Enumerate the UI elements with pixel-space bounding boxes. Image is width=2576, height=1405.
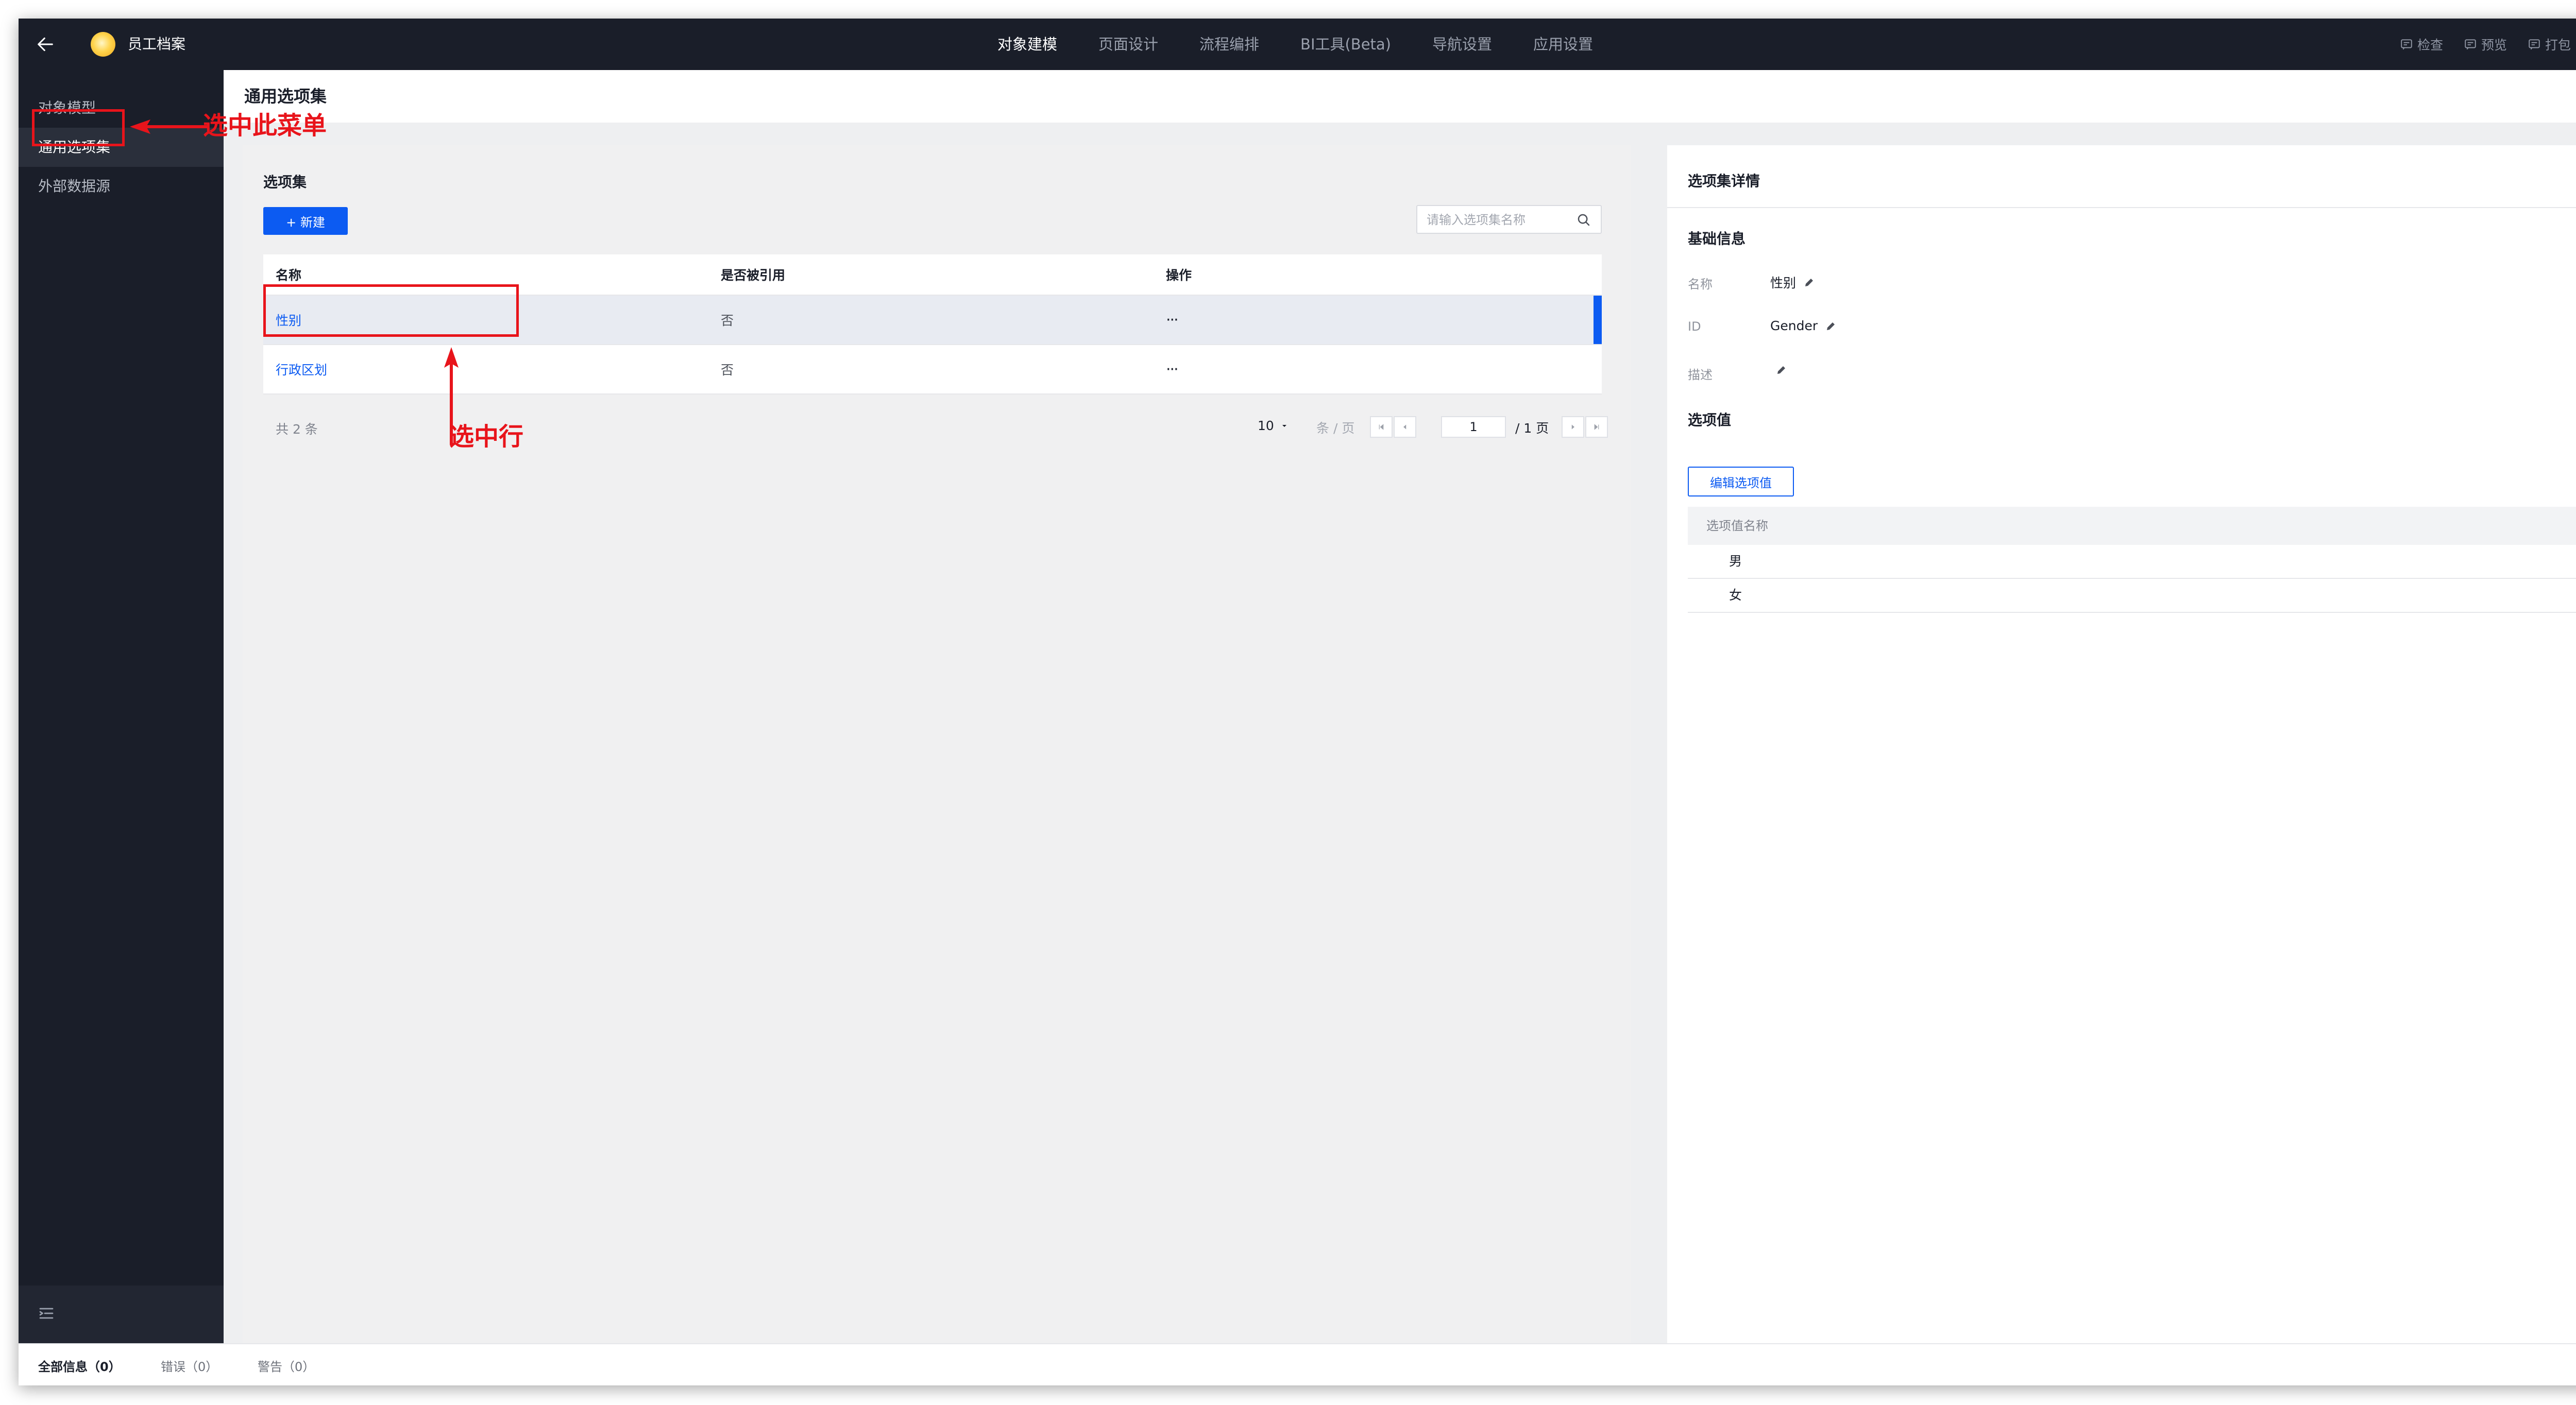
search-input[interactable] — [1427, 211, 1566, 229]
tab-errors[interactable]: 错误（0） — [161, 1357, 218, 1375]
more-actions-button[interactable]: ··· — [1166, 361, 1179, 379]
column-header-name: 名称 — [276, 268, 302, 283]
more-actions-button[interactable]: ··· — [1166, 311, 1179, 329]
preview-button[interactable]: 预览 — [2464, 35, 2507, 54]
first-page-icon — [1379, 424, 1384, 430]
annotation-row-note: 选中行 — [449, 422, 524, 451]
first-page-button[interactable] — [1370, 416, 1393, 438]
app-logo-icon — [91, 32, 115, 57]
new-option-set-button[interactable]: + 新建 — [263, 207, 348, 235]
check-doc-icon — [2401, 39, 2412, 50]
bottom-status-bar: 全部信息（0） 错误（0） 警告（0） — [19, 1343, 2576, 1385]
basic-info-heading: 基础信息 — [1688, 230, 1746, 247]
arrow-left-icon — [38, 37, 53, 52]
name-text: 性别 — [1770, 276, 1797, 290]
list-item: 女 — [1688, 579, 2576, 613]
chevron-right-icon — [1571, 424, 1574, 430]
tab-object-modeling[interactable]: 对象建模 — [997, 34, 1057, 55]
option-values-header: 选项值名称 — [1688, 507, 2576, 545]
name-label: 名称 — [1688, 277, 1713, 292]
list-item: 男 — [1688, 545, 2576, 579]
collapse-sidebar-button[interactable] — [37, 1304, 56, 1325]
option-values-table: 选项值名称 男 女 — [1688, 507, 2576, 613]
tab-process-orchestration[interactable]: 流程编排 — [1199, 34, 1259, 55]
page-number-input[interactable]: 1 — [1441, 416, 1506, 438]
next-page-button[interactable] — [1562, 416, 1584, 438]
tab-warnings[interactable]: 警告（0） — [258, 1357, 315, 1375]
last-page-button[interactable] — [1585, 416, 1608, 438]
edit-name-pencil-icon[interactable] — [1803, 276, 1816, 288]
tab-bi-tools[interactable]: BI工具(Beta) — [1300, 34, 1391, 55]
tab-app-settings[interactable]: 应用设置 — [1533, 34, 1593, 55]
last-page-icon — [1594, 424, 1599, 430]
edit-id-pencil-icon[interactable] — [1825, 320, 1837, 332]
id-value: Gender — [1770, 318, 1837, 333]
prev-page-button[interactable] — [1394, 416, 1416, 438]
total-pages: / 1 页 — [1515, 421, 1549, 436]
chevron-left-icon — [1403, 424, 1406, 430]
description-label: 描述 — [1688, 368, 1713, 382]
main-nav: 对象建模 页面设计 流程编排 BI工具(Beta) 导航设置 应用设置 — [997, 19, 1634, 70]
app-name: 员工档案 — [128, 36, 186, 53]
referenced-value: 否 — [721, 363, 734, 378]
package-label: 打包 — [2545, 38, 2571, 53]
sidebar: 对象模型 通用选项集 外部数据源 — [19, 70, 224, 1343]
edit-description-pencil-icon[interactable] — [1775, 364, 1788, 376]
edit-option-values-button[interactable]: 编辑选项值 — [1688, 467, 1794, 496]
tab-all-messages[interactable]: 全部信息（0） — [38, 1357, 121, 1375]
search-box — [1416, 205, 1602, 234]
option-sets-title: 选项集 — [263, 174, 307, 191]
page-title: 通用选项集 — [244, 87, 327, 106]
preview-label: 预览 — [2481, 38, 2507, 53]
page-size-value: 10 — [1258, 418, 1274, 433]
tab-page-design[interactable]: 页面设计 — [1098, 34, 1158, 55]
package-button[interactable]: 打包 — [2528, 35, 2571, 54]
annotation-menu-highlight — [32, 109, 125, 146]
top-bar: 员工档案 对象建模 页面设计 流程编排 BI工具(Beta) 导航设置 应用设置… — [19, 19, 2576, 70]
preview-icon — [2465, 39, 2476, 50]
total-count: 共 2 条 — [276, 422, 318, 437]
detail-title: 选项集详情 — [1688, 173, 1760, 190]
description-value — [1770, 364, 1788, 376]
sidebar-footer — [19, 1286, 224, 1343]
option-values-heading: 选项值 — [1688, 412, 1732, 429]
check-label: 检查 — [2417, 38, 2443, 53]
package-icon — [2529, 39, 2540, 50]
app-window: 员工档案 对象建模 页面设计 流程编排 BI工具(Beta) 导航设置 应用设置… — [19, 19, 2576, 1385]
annotation-arrow-left-icon — [130, 119, 207, 134]
name-value: 性别 — [1770, 273, 1816, 292]
selected-row-indicator — [1594, 296, 1602, 344]
tab-navigation-settings[interactable]: 导航设置 — [1432, 34, 1492, 55]
option-set-detail-panel: 选项集详情 基础信息 名称 性别 ID Gender 描述 选项值 编辑选项值 … — [1667, 145, 2576, 1343]
search-icon[interactable] — [1576, 212, 1591, 228]
sidebar-item-external-data-sources[interactable]: 外部数据源 — [19, 167, 224, 206]
page-size-select[interactable]: 10 — [1258, 418, 1289, 433]
per-page-label: 条 / 页 — [1316, 421, 1355, 436]
caret-down-icon — [1282, 425, 1286, 427]
collapse-menu-icon — [39, 1308, 54, 1319]
table-row[interactable]: 行政区划 否 ··· — [263, 345, 1602, 395]
annotation-row-highlight — [263, 284, 519, 337]
content-header: 通用选项集 — [224, 70, 2576, 123]
check-button[interactable]: 检查 — [2400, 35, 2443, 54]
annotation-menu-note: 选中此菜单 — [203, 111, 327, 140]
top-actions: 检查 预览 打包 发布 — [2379, 19, 2576, 70]
back-button[interactable] — [29, 28, 62, 61]
id-text: Gender — [1770, 318, 1818, 333]
detail-divider — [1667, 207, 2576, 208]
id-label: ID — [1688, 319, 1701, 334]
option-set-name-link[interactable]: 行政区划 — [276, 360, 327, 379]
column-header-actions: 操作 — [1166, 268, 1192, 283]
referenced-value: 否 — [721, 313, 734, 328]
column-header-referenced: 是否被引用 — [721, 268, 786, 283]
